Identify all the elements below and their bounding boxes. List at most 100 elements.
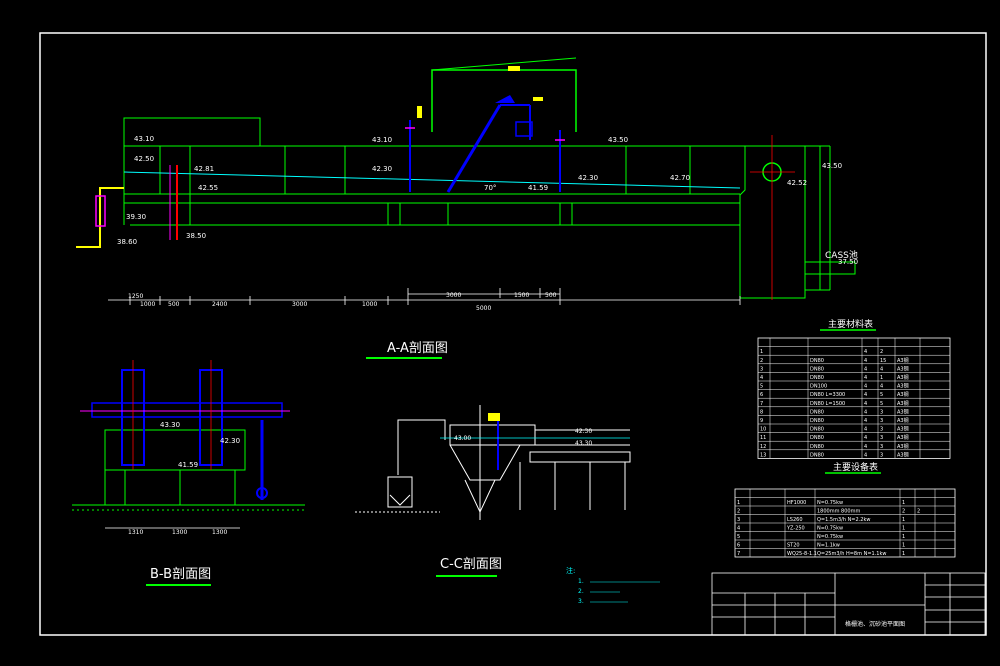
section-bb-title: B-B剖面图 <box>150 567 211 582</box>
table-cell: DN100 <box>810 384 827 390</box>
table-cell: N=0.75kw <box>817 500 843 506</box>
table-cell: 5 <box>737 534 740 540</box>
table-cell: 3 <box>880 409 883 415</box>
elev-4230b: 42.30 <box>578 174 598 182</box>
note-3: 3. <box>578 598 584 605</box>
roof-label-box <box>508 66 520 71</box>
materials-table-title: 主要材料表 <box>828 318 873 330</box>
table-cell: LS260 <box>787 517 803 523</box>
elev-4159: 41.59 <box>528 184 548 192</box>
dim-2400: 2400 <box>212 301 227 308</box>
table-cell: DN80 <box>810 418 824 424</box>
table-cell: ST20 <box>787 543 800 549</box>
table-cell: WQ25-8-1.1 <box>787 551 817 557</box>
table-cell: 6 <box>760 392 763 398</box>
note-1: 1. <box>578 578 584 585</box>
table-cell: DN80 <box>810 358 824 364</box>
table-cell: 3 <box>880 435 883 441</box>
table-cell: 4 <box>880 366 883 372</box>
elev-4252: 42.52 <box>787 179 807 187</box>
table-cell: DN80 L=3300 <box>810 392 845 398</box>
table-cell: 4 <box>880 384 883 390</box>
dim-3000b: 3000 <box>446 292 461 299</box>
table-cell: 1 <box>902 517 905 523</box>
dim-1000b: 1000 <box>362 301 377 308</box>
table-cell: 1 <box>902 534 905 540</box>
table-cell: 1800mm 800mm <box>817 509 860 515</box>
table-cell: 2 <box>737 509 740 515</box>
elev-3860: 38.60 <box>117 238 137 246</box>
table-cell: 4 <box>864 435 867 441</box>
table-cell: 7 <box>760 401 763 407</box>
note-2: 2. <box>578 588 584 595</box>
roof-line <box>431 57 577 71</box>
dim-3000: 3000 <box>292 301 307 308</box>
table-cell: DN80 L=1500 <box>810 401 845 407</box>
table-cell: 10 <box>760 427 766 433</box>
table-cell: 6 <box>737 543 740 549</box>
cass-tank-outline <box>739 145 806 299</box>
table-cell: A3钢 <box>897 443 909 450</box>
dim-500: 500 <box>168 301 180 308</box>
dim-1500: 1500 <box>514 292 529 299</box>
table-cell: 4 <box>864 444 867 450</box>
table-cell: 4 <box>864 418 867 424</box>
drawing-name: 格栅池、沉砂池平面图 <box>845 620 905 628</box>
bb-dim-1300b: 1300 <box>212 529 227 536</box>
drawing-frame <box>39 32 987 636</box>
dim-5000: 5000 <box>476 305 491 312</box>
table-cell: 1 <box>880 375 883 381</box>
table-cell: 13 <box>760 452 766 458</box>
table-cell: N=0.75kw <box>817 534 843 540</box>
section-aa <box>76 57 856 305</box>
table-cell: 1 <box>902 500 905 506</box>
table-cell: 3 <box>760 366 763 372</box>
bb-elev-4159: 41.59 <box>178 461 198 469</box>
table-cell: 3 <box>880 418 883 424</box>
table-cell: 8 <box>760 409 763 415</box>
elev-3930: 39.30 <box>126 213 146 221</box>
table-cell: 3 <box>737 517 740 523</box>
dim-1000: 1000 <box>140 301 155 308</box>
table-cell: A3钢 <box>897 383 909 390</box>
table-cell: 15 <box>880 358 886 364</box>
cad-drawing-canvas: 43.10 42.50 42.81 42.55 42.30 43.10 43.5… <box>39 32 987 636</box>
section-cc-title: C-C剖面图 <box>440 557 502 572</box>
table-cell: DN80 <box>810 444 824 450</box>
cass-label: CASS池 <box>825 249 858 261</box>
table-cell: 2 <box>902 509 905 515</box>
table-cell: DN80 <box>810 375 824 381</box>
bb-dim-1300: 1300 <box>172 529 187 536</box>
elev-4230: 42.30 <box>372 165 392 173</box>
table-cell: A3钢 <box>897 391 909 398</box>
table-cell: Q=1.5m3/h N=2.2kw <box>817 517 870 523</box>
table-cell: 1 <box>902 551 905 557</box>
table-cell: 5 <box>760 384 763 390</box>
table-cell: 2 <box>760 358 763 364</box>
elev-4270: 42.70 <box>670 174 690 182</box>
table-cell: 7 <box>737 551 740 557</box>
table-cell: 1 <box>760 349 763 355</box>
table-cell: 4 <box>864 349 867 355</box>
angle-label: 70° <box>484 184 496 192</box>
table-cell: A3钢 <box>897 357 909 364</box>
table-cell: N=0.75kw <box>817 526 843 532</box>
table-cell: 4 <box>864 427 867 433</box>
table-cell: DN80 <box>810 435 824 441</box>
bb-elev-4330: 43.30 <box>160 421 180 429</box>
cc-elev-4330: 43.30 <box>575 440 592 447</box>
section-aa-title: A-A剖面图 <box>387 341 448 356</box>
elev-4310b: 43.10 <box>372 136 392 144</box>
table-cell: 5 <box>880 392 883 398</box>
table-cell: 4 <box>864 358 867 364</box>
dim-1250: 1250 <box>128 293 143 300</box>
table-cell: 4 <box>864 409 867 415</box>
table-cell: N=1.1kw <box>817 543 840 549</box>
equipment-table: 1 HF1000 N=0.75kw 1 2 1800mm 800mm 2 2 3 LS260 Q=1… <box>734 488 956 558</box>
table-cell: A3钢 <box>897 408 909 415</box>
table-cell: DN80 <box>810 452 824 458</box>
table-cell: HF1000 <box>787 500 806 506</box>
table-cell: 4 <box>737 526 740 532</box>
elev-4255: 42.55 <box>198 184 218 192</box>
bb-elev-4230: 42.30 <box>220 437 240 445</box>
